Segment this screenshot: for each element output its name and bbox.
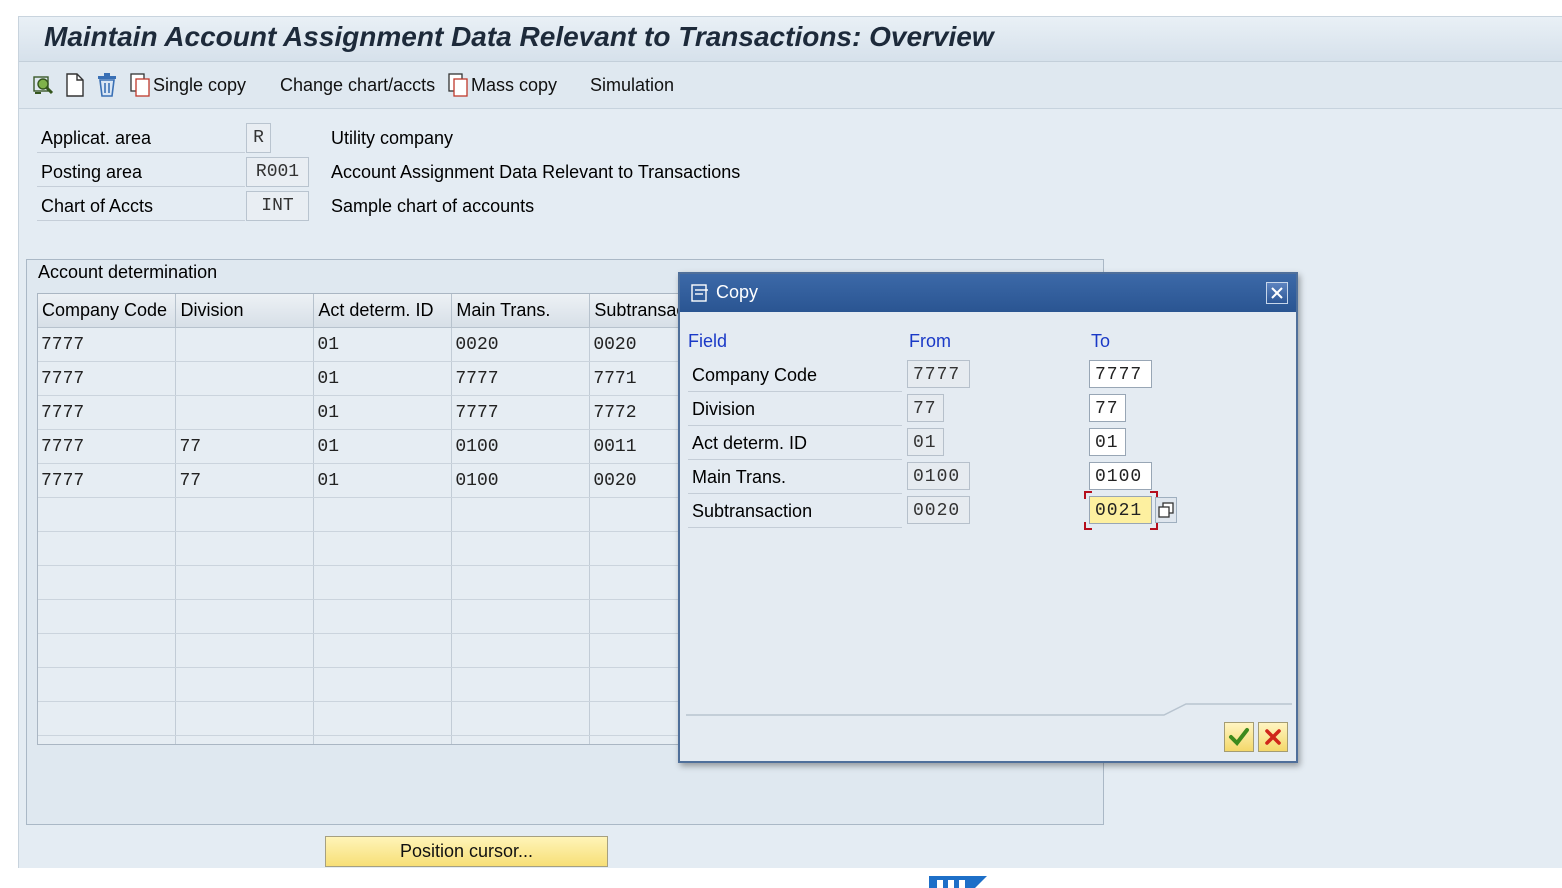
applic-area-field[interactable]: R [246,123,271,153]
table-cell: 7777 [38,395,177,430]
table-cell: 7777 [38,361,177,396]
value-help-icon [1158,502,1174,518]
chart-of-accts-description: Sample chart of accounts [331,196,535,216]
dialog-title-bar[interactable]: Copy [680,274,1296,312]
applic-area-description: Utility company [331,128,454,148]
table-cell: 01 [313,463,453,498]
table-cell: 77 [175,463,315,498]
act-determ-id-to-field[interactable]: 01 [1089,428,1126,456]
delete-icon[interactable] [95,72,119,98]
simulation-label: Simulation [590,74,675,95]
table-cell: 7777 [451,361,591,396]
cancel-icon [1265,729,1281,745]
to-column-heading: To [1091,331,1111,351]
mass-copy-button[interactable]: Mass copy [447,62,557,108]
group-title: Account determination [38,262,218,282]
chart-of-accts-label: Chart of Accts [37,190,245,221]
copy-icon [448,73,468,97]
title-bar: Maintain Account Assignment Data Relevan… [19,16,1562,62]
change-chart-label: Change chart/accts [280,74,436,95]
posting-area-description: Account Assignment Data Relevant to Tran… [331,162,741,182]
chart-of-accts-field[interactable]: INT [246,191,309,221]
table-cell: 01 [313,395,453,430]
division-label: Division [688,393,902,426]
company-code-label: Company Code [688,359,902,392]
simulation-button[interactable]: Simulation [590,62,674,108]
application-toolbar: Single copy Change chart/accts Mass copy… [19,62,1562,109]
display-change-icon[interactable] [31,73,55,97]
checkmark-icon [1229,728,1249,747]
copy-dialog: Copy Field From To Company Code 7777 777… [678,272,1298,763]
column-header[interactable]: Company Code [38,294,177,328]
focus-marker [1084,491,1092,499]
close-icon [1271,287,1283,299]
act-determ-id-from-field: 01 [907,428,944,456]
change-chart-button[interactable]: Change chart/accts [280,62,435,108]
mass-copy-label: Mass copy [471,74,558,95]
posting-area-field[interactable]: R001 [246,157,309,187]
cancel-button[interactable] [1258,722,1288,752]
table-cell: 01 [313,327,453,362]
applic-area-label: Applicat. area [37,122,245,153]
confirm-button[interactable] [1224,722,1254,752]
subtransaction-label: Subtransaction [688,495,902,528]
division-from-field: 77 [907,394,944,422]
table-cell: 7777 [451,395,591,430]
new-document-icon[interactable] [65,72,85,98]
main-trans-label: Main Trans. [688,461,902,494]
table-cell [175,361,315,396]
dialog-footer-separator [686,703,1292,716]
sap-logo-icon [929,876,987,888]
focus-marker [1084,522,1092,530]
column-header[interactable]: Main Trans. [451,294,591,328]
from-column-heading: From [909,331,951,351]
table-cell: 01 [313,429,453,464]
page-title: Maintain Account Assignment Data Relevan… [44,21,994,52]
company-code-from-field: 7777 [907,360,970,388]
column-header[interactable]: Act determ. ID [313,294,453,328]
company-code-to-field[interactable]: 7777 [1089,360,1152,388]
division-to-field[interactable]: 77 [1089,394,1126,422]
table-cell: 77 [175,429,315,464]
copy-icon [130,73,150,97]
table-cell: 0020 [451,327,591,362]
subtransaction-to-field[interactable]: 0021 [1089,496,1152,524]
act-determ-id-label: Act determ. ID [688,427,902,460]
table-cell: 7777 [38,429,177,464]
table-cell: 0100 [451,429,591,464]
table-cell: 01 [313,361,453,396]
single-copy-button[interactable]: Single copy [129,62,246,108]
position-cursor-button[interactable]: Position cursor... [325,836,608,867]
main-trans-from-field: 0100 [907,462,970,490]
dialog-close-button[interactable] [1266,282,1288,304]
single-copy-label: Single copy [153,74,247,95]
subtransaction-from-field: 0020 [907,496,970,524]
posting-area-label: Posting area [37,156,245,187]
column-header[interactable]: Division [175,294,315,328]
edit-document-icon [691,284,708,302]
value-help-button[interactable] [1155,497,1177,523]
dialog-title: Copy [716,282,759,302]
field-column-heading: Field [688,331,728,351]
table-cell [175,395,315,430]
table-cell: 7777 [38,327,177,362]
table-cell: 0100 [451,463,591,498]
table-cell [175,327,315,362]
table-cell: 7777 [38,463,177,498]
main-trans-to-field[interactable]: 0100 [1089,462,1152,490]
